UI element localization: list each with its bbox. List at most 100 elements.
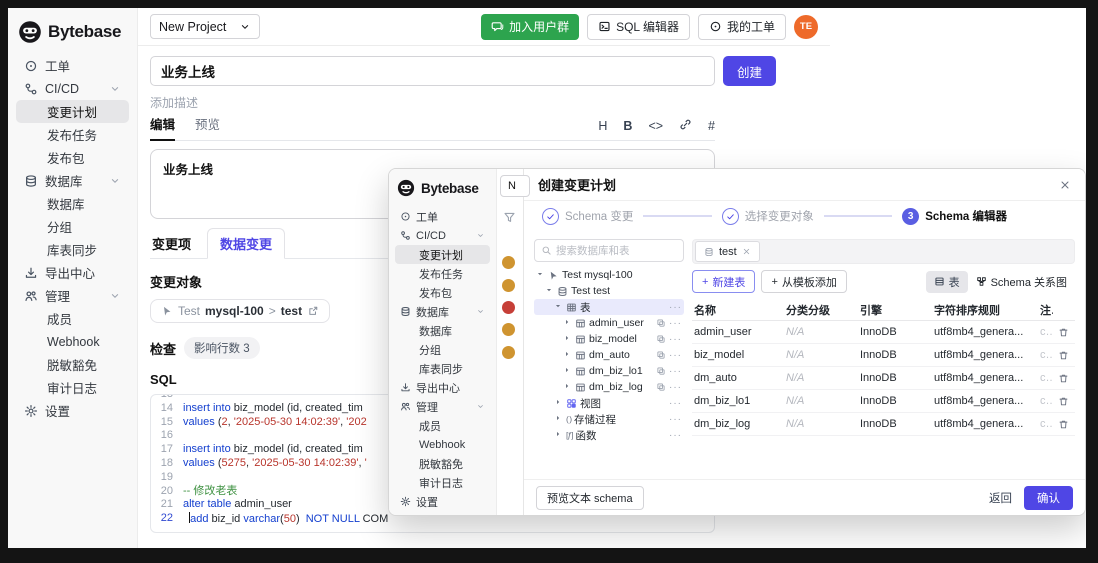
- more-actions-icon[interactable]: ···: [669, 302, 682, 313]
- tab-preview[interactable]: 预览: [195, 114, 220, 140]
- sidebar-item-sync-schema[interactable]: 库表同步: [16, 238, 129, 261]
- sidebar-item-admin[interactable]: 管理: [16, 284, 129, 307]
- caret-right-icon[interactable]: [563, 381, 572, 393]
- sidebar-item-groups[interactable]: 分组: [16, 215, 129, 238]
- delete-table-button[interactable]: [1053, 419, 1073, 430]
- new-table-button[interactable]: + 新建表: [692, 270, 756, 293]
- caret-down-icon[interactable]: [554, 301, 563, 313]
- tree-node-[interactable]: 视图 ···: [534, 395, 684, 411]
- caret-right-icon[interactable]: [563, 365, 572, 377]
- sidebar-item-webhook[interactable]: Webhook: [395, 435, 490, 454]
- more-actions-icon[interactable]: ···: [669, 414, 682, 425]
- more-actions-icon[interactable]: ···: [669, 430, 682, 441]
- caret-right-icon[interactable]: [563, 349, 572, 361]
- caret-right-icon[interactable]: [563, 317, 572, 329]
- sidebar-item-admin[interactable]: 管理: [395, 397, 490, 416]
- link-tool[interactable]: [679, 118, 692, 134]
- sidebar-item-cicd[interactable]: CI/CD: [395, 226, 490, 245]
- sidebar-item-databases[interactable]: 数据库: [395, 321, 490, 340]
- sidebar-item-members[interactable]: 成员: [16, 307, 129, 330]
- more-actions-icon[interactable]: ···: [669, 318, 682, 329]
- sidebar-item-export-center[interactable]: 导出中心: [16, 261, 129, 284]
- copy-icon[interactable]: [656, 382, 666, 392]
- caret-down-icon[interactable]: [545, 285, 554, 297]
- sidebar-item-issues[interactable]: 工单: [395, 207, 490, 226]
- back-button[interactable]: 返回: [989, 490, 1012, 506]
- create-button[interactable]: 创建: [723, 56, 777, 86]
- user-avatar[interactable]: TE: [794, 14, 818, 39]
- tree-node-admin_user[interactable]: admin_user ···: [534, 315, 684, 331]
- table-row[interactable]: dm_biz_log N/A InnoDB utf8mb4_genera... comm…: [692, 413, 1075, 436]
- copy-icon[interactable]: [656, 366, 666, 376]
- target-database-chip[interactable]: Test mysql-100 > test: [150, 299, 331, 323]
- tree-node-[interactable]: [ƒ] 函数 ···: [534, 427, 684, 443]
- tab-change-items[interactable]: 变更项: [150, 229, 193, 258]
- sidebar-item-cicd[interactable]: CI/CD: [16, 77, 129, 100]
- copy-icon[interactable]: [656, 350, 666, 360]
- more-actions-icon[interactable]: ···: [669, 366, 682, 377]
- more-actions-icon[interactable]: ···: [669, 382, 682, 393]
- sidebar-item-settings[interactable]: 设置: [16, 399, 129, 422]
- tree-node-dm_biz_lo1[interactable]: dm_biz_lo1 ···: [534, 363, 684, 379]
- tree-node-biz_model[interactable]: biz_model ···: [534, 331, 684, 347]
- tree-node-testtest[interactable]: Test test: [534, 283, 684, 299]
- tree-search-input[interactable]: [556, 244, 677, 257]
- caret-right-icon[interactable]: [554, 397, 563, 409]
- bold-tool[interactable]: B: [623, 119, 632, 133]
- add-from-template-button[interactable]: + 从模板添加: [761, 270, 847, 293]
- more-actions-icon[interactable]: ···: [669, 350, 682, 361]
- tree-search-box[interactable]: [534, 239, 684, 262]
- sidebar-item-sync-schema[interactable]: 库表同步: [395, 359, 490, 378]
- preview-schema-button[interactable]: 预览文本 schema: [536, 485, 644, 510]
- sidebar-item-webhook[interactable]: Webhook: [16, 330, 129, 353]
- plan-title-input[interactable]: [150, 56, 715, 86]
- database-tab[interactable]: test: [695, 241, 760, 262]
- copy-icon[interactable]: [656, 334, 666, 344]
- more-actions-icon[interactable]: ···: [669, 334, 682, 345]
- tree-node-dm_biz_log[interactable]: dm_biz_log ···: [534, 379, 684, 395]
- join-group-button[interactable]: 加入用户群: [481, 13, 580, 40]
- bytebase-brand[interactable]: Bytebase: [16, 18, 129, 54]
- tree-node-[interactable]: 表 ···: [534, 299, 684, 315]
- tree-node-testmysql100[interactable]: Test mysql-100: [534, 267, 684, 283]
- add-description-link[interactable]: 添加描述: [150, 94, 1086, 111]
- sql-editor-button[interactable]: SQL 编辑器: [587, 13, 690, 40]
- table-row[interactable]: dm_auto N/A InnoDB utf8mb4_genera... comment: [692, 367, 1075, 390]
- my-issues-button[interactable]: 我的工单: [697, 13, 786, 40]
- toggle-schema-diagram[interactable]: Schema 关系图: [968, 271, 1075, 293]
- tab-data-change[interactable]: 数据变更: [207, 228, 286, 259]
- sidebar-item-export-center[interactable]: 导出中心: [395, 378, 490, 397]
- affected-rows-badge[interactable]: 影响行数 3: [184, 337, 260, 359]
- caret-right-icon[interactable]: [563, 333, 572, 345]
- sidebar-item-masking-exemption[interactable]: 脱敏豁免: [395, 454, 490, 473]
- tree-node-dm_auto[interactable]: dm_auto ···: [534, 347, 684, 363]
- sidebar-item-members[interactable]: 成员: [395, 416, 490, 435]
- caret-down-icon[interactable]: [536, 269, 545, 281]
- sidebar-item-settings[interactable]: 设置: [395, 492, 490, 511]
- copy-icon[interactable]: [656, 318, 666, 328]
- sidebar-item-groups[interactable]: 分组: [395, 340, 490, 359]
- table-row[interactable]: admin_user N/A InnoDB utf8mb4_genera... comm…: [692, 321, 1075, 344]
- caret-right-icon[interactable]: [554, 429, 563, 441]
- sidebar-item-database[interactable]: 数据库: [395, 302, 490, 321]
- heading-tool[interactable]: H: [598, 119, 607, 133]
- table-row[interactable]: biz_model N/A InnoDB utf8mb4_genera... comme…: [692, 344, 1075, 367]
- toggle-table-view[interactable]: 表: [925, 270, 968, 293]
- more-actions-icon[interactable]: ···: [669, 398, 682, 409]
- overlay-bytebase-brand[interactable]: Bytebase: [395, 177, 490, 207]
- sidebar-item-change-plans[interactable]: 变更计划: [395, 245, 490, 264]
- confirm-button[interactable]: 确认: [1024, 485, 1073, 510]
- sidebar-item-database[interactable]: 数据库: [16, 169, 129, 192]
- sidebar-item-masking-exemption[interactable]: 脱敏豁免: [16, 353, 129, 376]
- code-tool[interactable]: <>: [648, 119, 663, 133]
- delete-table-button[interactable]: [1053, 327, 1073, 338]
- sidebar-item-release-tasks[interactable]: 发布任务: [16, 123, 129, 146]
- table-row[interactable]: dm_biz_lo1 N/A InnoDB utf8mb4_genera... comm…: [692, 390, 1075, 413]
- sidebar-item-issues[interactable]: 工单: [16, 54, 129, 77]
- sidebar-item-databases[interactable]: 数据库: [16, 192, 129, 215]
- delete-table-button[interactable]: [1053, 350, 1073, 361]
- tree-node-[interactable]: ( ) 存储过程 ···: [534, 411, 684, 427]
- delete-table-button[interactable]: [1053, 373, 1073, 384]
- sidebar-item-release-tasks[interactable]: 发布任务: [395, 264, 490, 283]
- close-icon[interactable]: [742, 247, 751, 256]
